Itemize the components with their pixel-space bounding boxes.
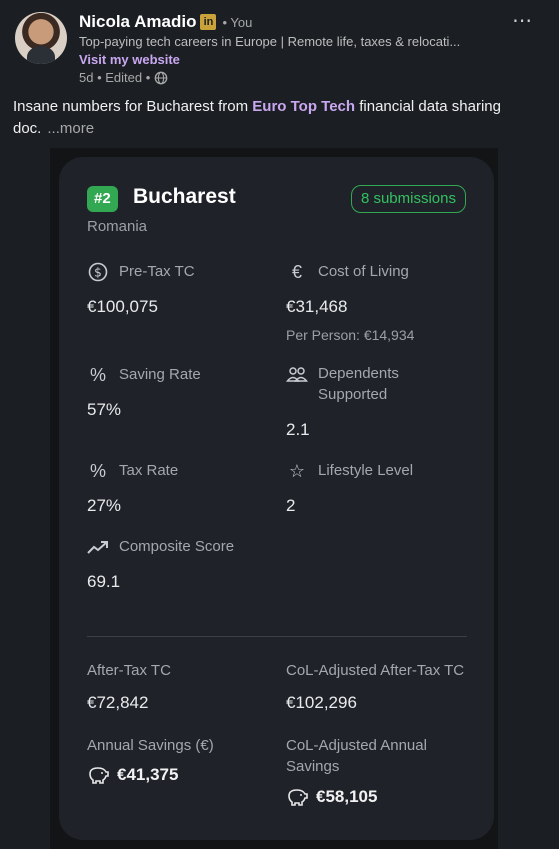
- composite-label-row: Composite Score: [87, 536, 234, 558]
- post-meta: 5d • Edited •: [79, 70, 168, 85]
- percent-icon: %: [89, 460, 106, 481]
- visit-website-link[interactable]: Visit my website: [79, 52, 180, 67]
- author-name[interactable]: Nicola Amadio: [79, 12, 196, 32]
- cost-of-living-label: Cost of Living: [318, 263, 409, 280]
- tax-rate-label: Tax Rate: [119, 462, 179, 479]
- lifestyle-label-row: ☆ Lifestyle Level: [286, 460, 413, 482]
- dependents-label-row: Dependents Supported: [286, 363, 436, 405]
- author-headline: Top-paying tech careers in Europe | Remo…: [79, 34, 461, 49]
- col-after-tax-label: CoL-Adjusted After-Tax TC: [286, 662, 465, 679]
- submissions-badge: 8 submissions: [350, 185, 466, 213]
- composite-label: Composite Score: [119, 538, 235, 555]
- tax-rate-value: 27%: [87, 496, 122, 515]
- post-header: Nicola Amadio in • You ⋯ Top-paying tech…: [15, 10, 545, 92]
- euro-icon: €: [291, 261, 302, 282]
- annual-savings-row: €41,375: [87, 765, 178, 785]
- more-options-icon[interactable]: ⋯: [512, 8, 533, 33]
- people-icon: [286, 363, 308, 385]
- svg-text:$: $: [94, 266, 102, 280]
- saving-rate-label: Saving Rate: [119, 366, 201, 383]
- saving-rate-label-row: % Saving Rate: [87, 364, 201, 386]
- euro-top-tech-link[interactable]: Euro Top Tech: [252, 98, 355, 115]
- star-icon: ☆: [288, 460, 306, 481]
- rank-badge: #2: [87, 186, 118, 212]
- percent-icon: %: [89, 364, 106, 385]
- city-name: Bucharest: [133, 185, 236, 208]
- post-body: Insane numbers for Bucharest from Euro T…: [13, 96, 548, 140]
- pre-tax-label-row: $ Pre-Tax TC: [87, 261, 195, 283]
- tax-rate-label-row: % Tax Rate: [87, 460, 178, 482]
- author-relation: • You: [222, 14, 253, 30]
- post-meta-text: 5d • Edited •: [79, 70, 151, 85]
- cost-of-living-label-row: € Cost of Living: [286, 261, 409, 283]
- col-annual-savings-value: €58,105: [316, 787, 378, 806]
- composite-value: 69.1: [87, 572, 121, 591]
- dependents-label: Dependents Supported: [318, 365, 399, 403]
- pre-tax-label: Pre-Tax TC: [119, 263, 195, 280]
- cost-of-living-value: €31,468: [286, 297, 348, 316]
- col-after-tax-value: €102,296: [286, 693, 357, 712]
- cost-per-person: Per Person: €14,934: [286, 327, 415, 343]
- after-tax-label: After-Tax TC: [87, 662, 171, 679]
- card-divider: [87, 636, 467, 637]
- city-stats-card: #2 Bucharest Romania 8 submissions $ Pre…: [59, 157, 494, 840]
- globe-icon: [154, 71, 168, 84]
- lifestyle-label: Lifestyle Level: [318, 462, 414, 479]
- post-image[interactable]: #2 Bucharest Romania 8 submissions $ Pre…: [50, 148, 498, 849]
- author-name-row: Nicola Amadio in • You: [79, 12, 252, 32]
- col-annual-savings-label: CoL-Adjusted Annual Savings: [286, 737, 427, 775]
- lifestyle-value: 2: [286, 496, 296, 515]
- country-name: Romania: [87, 218, 148, 235]
- piggy-bank-icon: [89, 767, 109, 784]
- linkedin-badge-icon: in: [200, 14, 217, 30]
- piggy-bank-icon: [288, 789, 308, 806]
- dollar-circle-icon: $: [87, 261, 109, 283]
- see-more-link[interactable]: ...more: [47, 120, 94, 137]
- annual-savings-label: Annual Savings (€): [87, 737, 214, 754]
- trend-up-icon: [87, 536, 109, 558]
- saving-rate-value: 57%: [87, 400, 122, 419]
- annual-savings-value: €41,375: [117, 765, 179, 784]
- after-tax-value: €72,842: [87, 693, 149, 712]
- author-avatar[interactable]: [15, 12, 67, 64]
- dependents-value: 2.1: [286, 420, 310, 439]
- pre-tax-value: €100,075: [87, 297, 158, 316]
- col-annual-savings-row: €58,105: [286, 787, 377, 807]
- post-text-before: Insane numbers for Bucharest from: [13, 98, 253, 115]
